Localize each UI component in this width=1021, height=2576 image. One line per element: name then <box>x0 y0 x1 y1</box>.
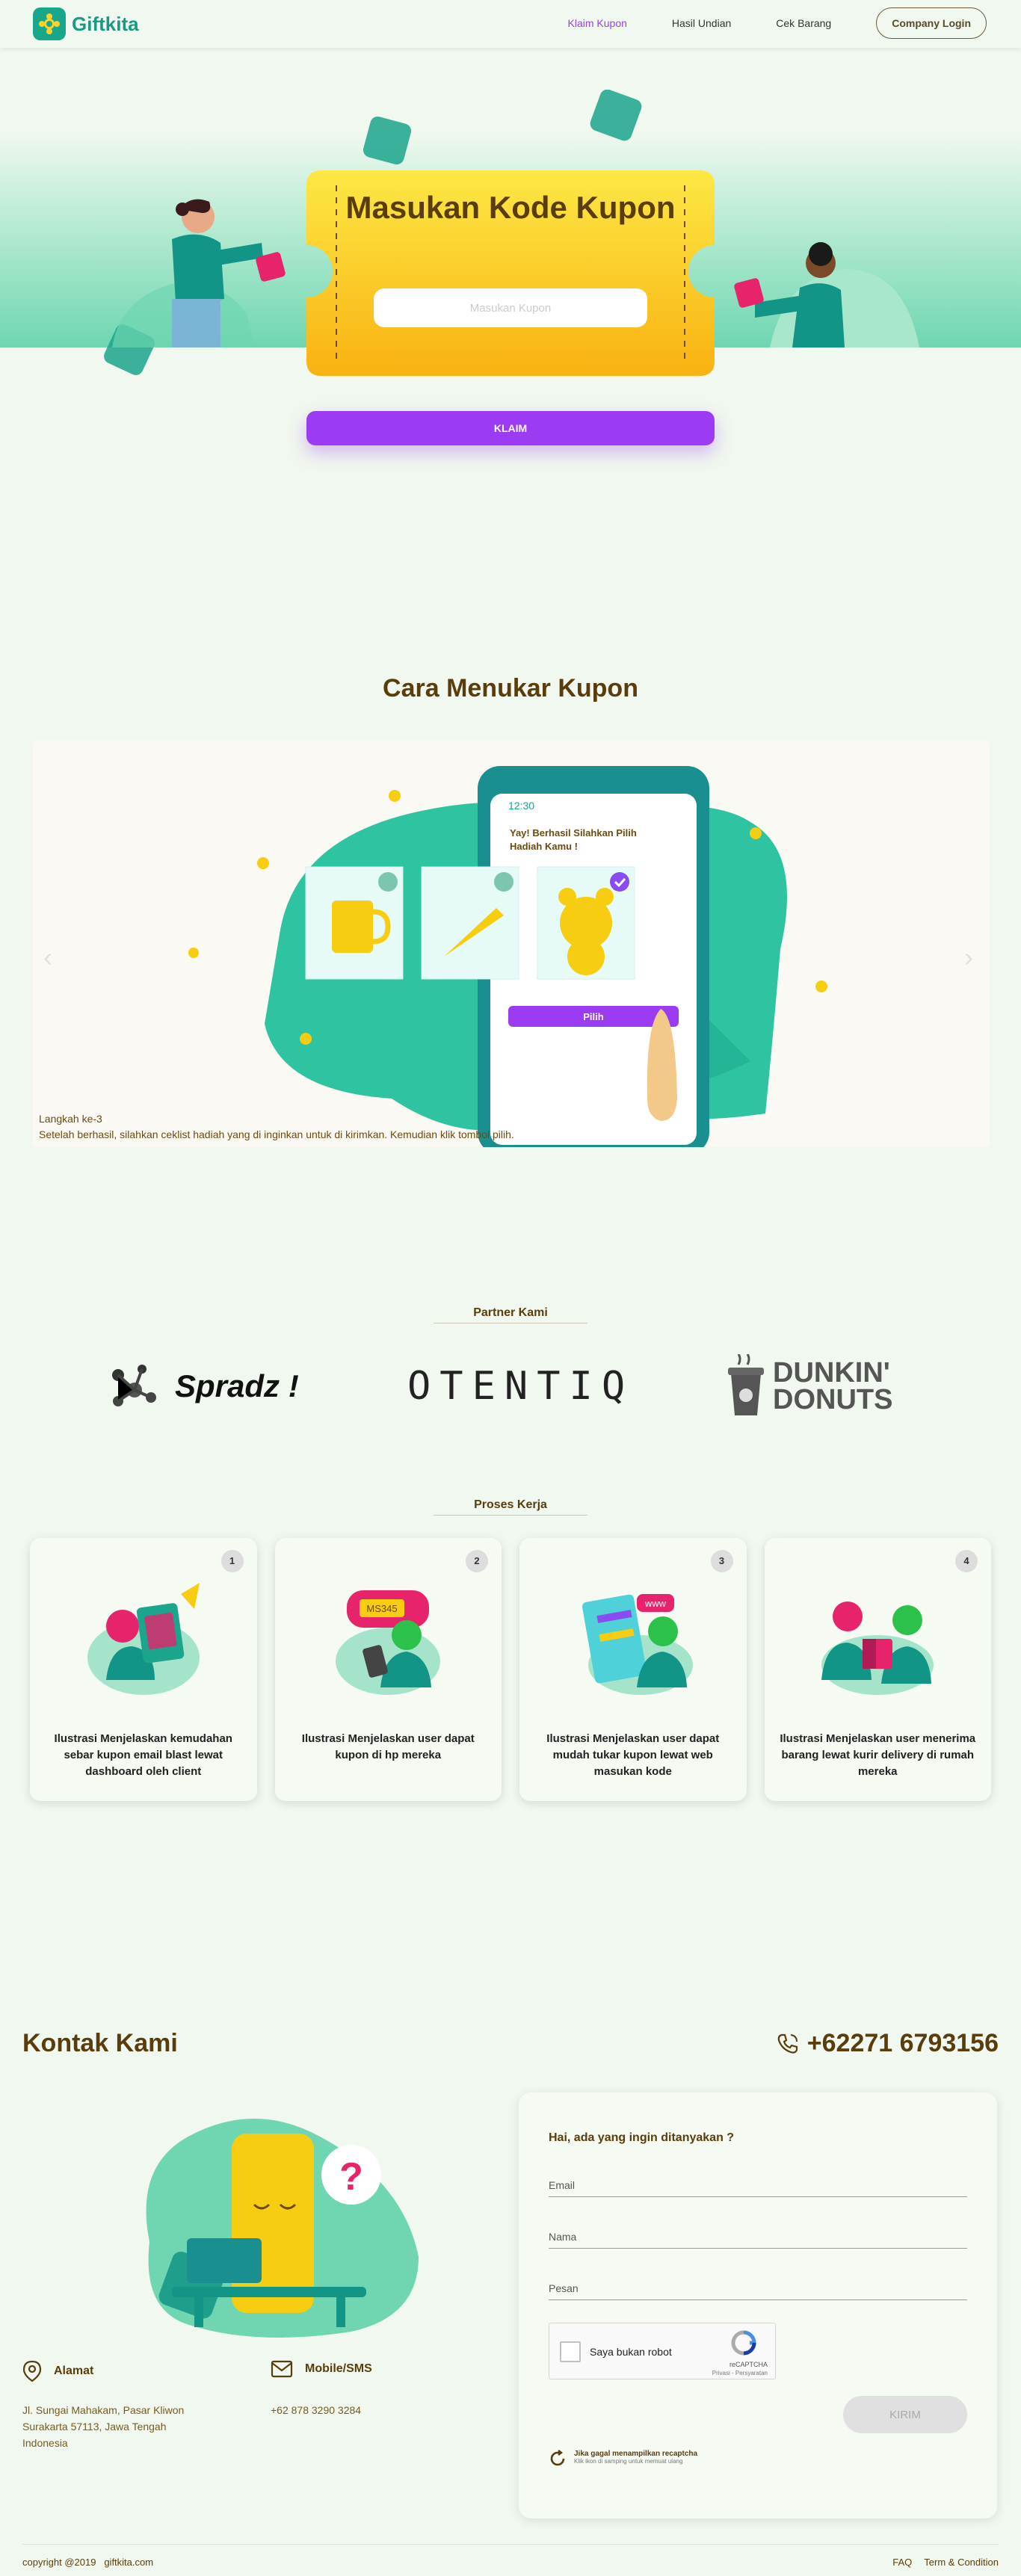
brand-logo[interactable]: Giftkita <box>33 7 139 40</box>
brand-name: Giftkita <box>72 12 139 35</box>
coupon-code-badge: MS345 <box>367 1603 398 1614</box>
faq-link[interactable]: FAQ <box>892 2557 912 2568</box>
terms-link[interactable]: Term & Condition <box>924 2557 999 2568</box>
card-number: 2 <box>466 1550 488 1572</box>
reload-icon[interactable] <box>549 2450 567 2468</box>
message-field-wrap <box>549 2282 967 2300</box>
recaptcha-label: Saya bukan robot <box>590 2346 672 2358</box>
nav-cek-barang[interactable]: Cek Barang <box>776 17 831 29</box>
spradz-logo-icon <box>112 1365 156 1406</box>
recaptcha-reload: Jika gagal menampilkan recaptcha Klik ik… <box>549 2450 697 2468</box>
card-number: 1 <box>220 1550 244 1572</box>
company-login-button[interactable]: Company Login <box>876 7 987 39</box>
slider-next-arrow[interactable]: › <box>964 942 973 973</box>
proses-cards: 1 Ilustrasi Menjelaskan kemudahan sebar … <box>30 1538 991 1801</box>
gift-logo-icon <box>33 7 66 40</box>
mobile-number: +62 878 3290 3284 <box>271 2404 362 2416</box>
mail-icon <box>271 2360 293 2378</box>
phone-coupon-illustration: MS345 <box>336 1590 441 1695</box>
alamat-heading: Alamat <box>22 2360 93 2382</box>
message-field[interactable] <box>549 2282 967 2294</box>
email-field-wrap <box>549 2179 967 2197</box>
alamat-title: Alamat <box>54 2365 94 2377</box>
proses-card-4: 4 Ilustrasi Menjelaskan user menerima ba… <box>764 1538 991 1801</box>
recaptcha-brand: reCAPTCHA <box>729 2361 768 2368</box>
tutorial-slider: 12:30 Yay! Berhasil Silahkan Pilih Hadia… <box>33 740 990 1147</box>
footer-copyright: copyright @2019 giftkita.com <box>22 2557 153 2568</box>
phone-icon <box>777 2033 798 2054</box>
web-code-illustration: www <box>582 1594 693 1695</box>
coupon-ticket: Masukan Kode Kupon <box>306 170 715 376</box>
proses-title-underline <box>434 1515 587 1516</box>
slide-description: Setelah berhasil, silahkan ceklist hadia… <box>39 1128 514 1140</box>
address-line-3: Indonesia <box>22 2437 68 2449</box>
reload-subtitle: Klik ikon di samping untuk memuat ulang <box>574 2458 683 2465</box>
slider-prev-arrow[interactable]: ‹ <box>43 942 52 973</box>
contact-phone[interactable]: +62271 6793156 <box>776 2029 999 2058</box>
tutorial-illustration: 12:30 Yay! Berhasil Silahkan Pilih Hadia… <box>188 766 827 1147</box>
svg-text:Yay! Berhasil Silahkan Pilih: Yay! Berhasil Silahkan Pilih <box>510 827 637 838</box>
name-field[interactable] <box>549 2231 967 2243</box>
svg-text:?: ? <box>339 2155 363 2199</box>
card-text: Ilustrasi Menjelaskan user dapat kupon d… <box>301 1732 475 1761</box>
card-number: 4 <box>955 1550 978 1572</box>
phone-time: 12:30 <box>508 800 534 812</box>
cara-title: Cara Menukar Kupon <box>383 674 638 702</box>
recaptcha-checkbox[interactable] <box>560 2341 581 2362</box>
name-field-wrap <box>549 2231 967 2249</box>
copyright-text: copyright @2019 <box>22 2557 96 2568</box>
proses-title: Proses Kerja <box>474 1498 547 1511</box>
kirim-button[interactable]: KIRIM <box>843 2396 967 2433</box>
delivery-illustration <box>821 1601 934 1695</box>
location-pin-icon <box>22 2360 42 2382</box>
proses-card-1: 1 Ilustrasi Menjelaskan kemudahan sebar … <box>30 1538 257 1801</box>
card-text: Ilustrasi Menjelaskan user dapat mudah t… <box>546 1732 720 1778</box>
email-blast-illustration <box>87 1583 200 1695</box>
recaptcha-widget: Saya bukan robot reCAPTCHA Privasi - Per… <box>549 2323 776 2379</box>
address-line-2: Surakarta 57113, Jawa Tengah <box>22 2421 167 2433</box>
spradz-logo-text: Spradz ! <box>175 1368 299 1403</box>
partner-title: Partner Kami <box>473 1306 548 1319</box>
recaptcha-links[interactable]: Privasi - Persyaratan <box>712 2370 768 2376</box>
reload-title: Jika gagal menampilkan recaptcha <box>574 2450 698 2458</box>
contact-form: Hai, ada yang ingin ditanyakan ? Saya bu… <box>519 2092 997 2518</box>
coupon-title: Masukan Kode Kupon <box>345 190 676 225</box>
address-block: Jl. Sungai Mahakam, Pasar Kliwon Surakar… <box>22 2402 184 2451</box>
email-field[interactable] <box>549 2179 967 2191</box>
mobile-title: Mobile/SMS <box>305 2362 372 2375</box>
recaptcha-logo-icon <box>731 2330 756 2356</box>
svg-text:Hadiah Kamu !: Hadiah Kamu ! <box>510 841 578 852</box>
coffee-cup-icon <box>728 1354 764 1415</box>
klaim-button[interactable]: KLAIM <box>306 411 715 445</box>
phone-number: +62271 6793156 <box>806 2029 999 2057</box>
www-badge: www <box>644 1598 667 1609</box>
site-link[interactable]: giftkita.com <box>104 2557 153 2568</box>
footer-divider <box>22 2544 999 2545</box>
otentiq-logo-text: OTENTIQ <box>407 1364 635 1409</box>
proses-card-3: 3 www Ilustrasi Menjelaskan user dapat m… <box>519 1538 747 1801</box>
dunkin-logo-line2: DONUTS <box>773 1384 893 1415</box>
phone-pilih: Pilih <box>583 1011 604 1022</box>
address-line-1: Jl. Sungai Mahakam, Pasar Kliwon <box>22 2404 185 2416</box>
kontak-title: Kontak Kami <box>22 2029 178 2057</box>
coupon-code-input[interactable] <box>374 288 647 327</box>
partner-spradz[interactable]: Spradz ! <box>105 1345 299 1427</box>
navbar: Giftkita Klaim Kupon Hasil Undian Cek Ba… <box>0 0 1021 48</box>
form-question: Hai, ada yang ingin ditanyakan ? <box>549 2131 735 2144</box>
nav-klaim-kupon[interactable]: Klaim Kupon <box>568 17 627 29</box>
card-number: 3 <box>710 1550 733 1572</box>
card-text: Ilustrasi Menjelaskan user menerima bara… <box>780 1732 976 1778</box>
nav-hasil-undian[interactable]: Hasil Undian <box>672 17 731 29</box>
contact-illustration: ? <box>146 2119 419 2338</box>
dunkin-logo-line1: DUNKIN' <box>773 1357 890 1389</box>
partner-otentiq[interactable]: OTENTIQ <box>407 1345 634 1427</box>
card-text: Ilustrasi Menjelaskan kemudahan sebar ku… <box>54 1732 232 1778</box>
mobile-heading: Mobile/SMS <box>271 2360 372 2378</box>
partner-dunkin[interactable]: DUNKIN' DONUTS <box>724 1345 892 1427</box>
slide-step: Langkah ke-3 <box>39 1113 102 1125</box>
proses-card-2: 2 MS345 Ilustrasi Menjelaskan user dapat… <box>274 1538 502 1801</box>
footer-links: FAQ Term & Condition <box>892 2557 999 2568</box>
